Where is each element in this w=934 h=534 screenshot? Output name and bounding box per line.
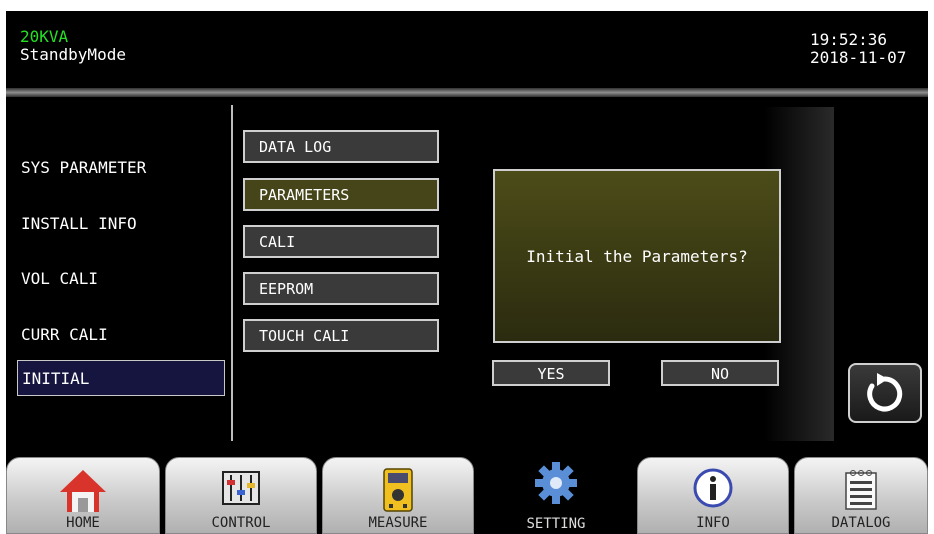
tab-info-label: INFO — [696, 515, 730, 531]
menu-item-initial[interactable]: INITIAL — [17, 360, 225, 396]
home-icon — [60, 470, 106, 512]
back-button[interactable] — [848, 363, 922, 423]
tab-datalog-label: DATALOG — [831, 515, 891, 531]
menu-item-vol-cali[interactable]: VOL CALI — [17, 261, 225, 297]
sliders-icon — [222, 471, 260, 505]
tab-datalog[interactable]: DATALOG — [794, 457, 928, 534]
tab-info[interactable]: INFO — [637, 457, 789, 534]
tab-home[interactable]: HOME — [6, 457, 160, 534]
header-status: 20KVA StandbyMode — [20, 28, 126, 64]
model-label: 20KVA — [20, 27, 69, 46]
submenu-parameters[interactable]: PARAMETERS — [243, 178, 439, 211]
date-label: 2018-11-07 — [810, 48, 907, 67]
tab-control[interactable]: CONTROL — [165, 457, 317, 534]
tab-measure[interactable]: MEASURE — [322, 457, 474, 534]
ups-screen: 20KVA StandbyMode 19:52:36 2018-11-07 SY… — [6, 11, 928, 534]
tab-control-label: CONTROL — [211, 515, 271, 531]
yes-button[interactable]: YES — [492, 360, 610, 386]
no-button[interactable]: NO — [661, 360, 779, 386]
dialog-message: Initial the Parameters? — [526, 247, 748, 266]
submenu-eeprom[interactable]: EEPROM — [243, 272, 439, 305]
time-label: 19:52:36 — [810, 30, 888, 49]
confirm-dialog: Initial the Parameters? — [493, 169, 781, 343]
list-icon — [845, 470, 877, 510]
refresh-icon — [867, 373, 903, 412]
info-icon — [693, 468, 733, 508]
submenu-touch-cali[interactable]: TOUCH CALI — [243, 319, 439, 352]
tab-setting-label: SETTING — [526, 516, 586, 532]
multimeter-icon — [383, 468, 413, 512]
tab-setting[interactable]: SETTING — [480, 457, 632, 534]
submenu-data-log[interactable]: DATA LOG — [243, 130, 439, 163]
header-divider — [6, 88, 928, 97]
tab-measure-label: MEASURE — [368, 515, 428, 531]
settings-category-menu: SYS PARAMETER INSTALL INFO VOL CALI CURR… — [6, 97, 232, 441]
initial-submenu: DATA LOG PARAMETERS CALI EEPROM TOUCH CA… — [239, 97, 439, 441]
gear-icon — [535, 462, 577, 504]
mode-label: StandbyMode — [20, 45, 126, 64]
menu-item-sys-parameter[interactable]: SYS PARAMETER — [17, 150, 225, 186]
bottom-nav: HOME CONTROL MEASURE SETTING INFO DATALO… — [6, 453, 928, 534]
header-clock: 19:52:36 2018-11-07 — [810, 31, 906, 67]
tab-home-label: HOME — [66, 515, 100, 531]
menu-item-install-info[interactable]: INSTALL INFO — [17, 206, 225, 242]
menu-divider — [231, 105, 233, 441]
submenu-cali[interactable]: CALI — [243, 225, 439, 258]
menu-item-curr-cali[interactable]: CURR CALI — [17, 317, 225, 353]
